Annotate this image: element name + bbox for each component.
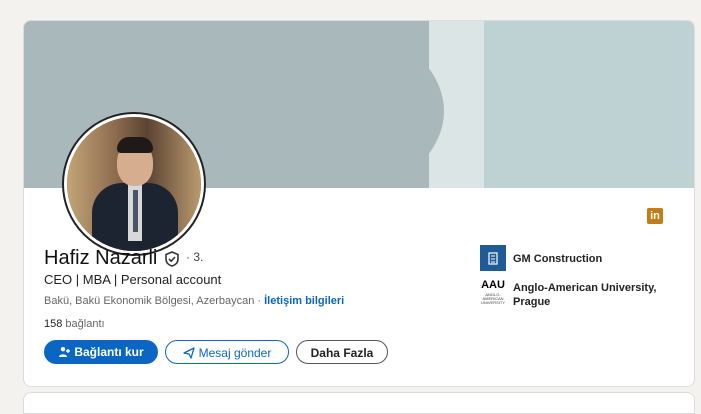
connect-button-label: Bağlantı kur (74, 345, 144, 359)
next-section-card (23, 392, 695, 414)
connect-button[interactable]: Bağlantı kur (44, 340, 158, 364)
school-logo: AAU ANGLO-AMERICAN UNIVERSITY (480, 279, 506, 305)
profile-location: Bakü, Bakü Ekonomik Bölgesi, Azerbaycan (44, 295, 255, 307)
banner-right-panel (484, 21, 694, 188)
verified-shield-icon[interactable] (164, 251, 180, 267)
message-button-label: Mesaj gönder (198, 346, 272, 360)
connections-label: bağlantı (65, 318, 105, 330)
profile-headline: CEO | MBA | Personal account (44, 272, 222, 287)
send-icon (182, 347, 195, 359)
linkedin-icon[interactable]: in (647, 208, 663, 224)
more-button[interactable]: Daha Fazla (296, 340, 388, 364)
location-separator: · (254, 295, 265, 307)
connections-count: 158 bağlantı (44, 318, 105, 330)
message-button[interactable]: Mesaj gönder (165, 340, 289, 364)
connection-degree: · 3. (186, 250, 204, 264)
connections-number: 158 (44, 318, 63, 330)
school-name: Anglo-American University, Prague (513, 282, 657, 308)
profile-location-row: Bakü, Bakü Ekonomik Bölgesi, Azerbaycan … (44, 295, 344, 307)
profile-name: Hafiz Nazarli (44, 247, 158, 269)
profile-card: in Hafiz Nazarli · 3. CEO | MBA | Person… (23, 20, 695, 387)
company-name: GM Construction (513, 253, 603, 265)
add-person-icon (59, 347, 71, 357)
company-logo (480, 245, 506, 271)
contact-info-link[interactable]: İletişim bilgileri (264, 295, 344, 307)
profile-avatar[interactable] (64, 114, 204, 254)
building-icon (488, 252, 498, 265)
